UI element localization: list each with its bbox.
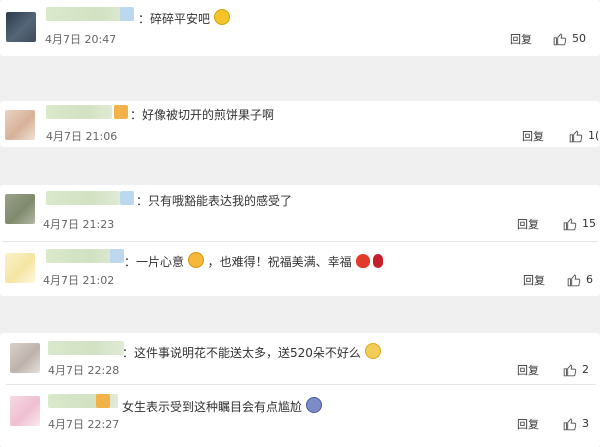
like-button[interactable]: 15 xyxy=(563,216,596,232)
rose-icon xyxy=(373,254,384,268)
divider xyxy=(6,384,596,385)
reply-button[interactable]: 回复 xyxy=(522,130,544,144)
like-count: 1( xyxy=(588,129,600,142)
avatar[interactable] xyxy=(5,110,35,140)
comment-card: ：这件事说明花不能送太多，送520朵不好么 4月7日 22:28 回复 2 女生… xyxy=(0,333,600,447)
avatar[interactable] xyxy=(5,194,35,224)
timestamp: 4月7日 21:23 xyxy=(43,218,115,231)
comment-text: ：一片心意 ，也难得！祝福美满、幸福 xyxy=(124,252,384,269)
reply-button[interactable]: 回复 xyxy=(523,274,545,288)
comment-text: ：好像被切开的煎饼果子啊 xyxy=(130,108,275,122)
divider xyxy=(2,241,598,242)
like-count: 2 xyxy=(582,363,589,376)
smug-face-emoji-icon xyxy=(364,343,381,359)
reply-button[interactable]: 回复 xyxy=(517,418,539,432)
thumbs-up-icon xyxy=(563,218,577,231)
username[interactable] xyxy=(46,249,120,263)
verified-badge xyxy=(120,191,134,205)
laughing-emoji-icon xyxy=(213,9,230,25)
avatar[interactable] xyxy=(6,12,36,42)
like-count: 3 xyxy=(582,417,589,430)
reply-button[interactable]: 回复 xyxy=(510,33,532,47)
timestamp: 4月7日 21:02 xyxy=(43,274,115,287)
embarrassed-face-emoji-icon xyxy=(305,397,322,413)
smile-emoji-icon xyxy=(187,252,204,268)
verified-badge xyxy=(114,105,128,119)
heart-icon xyxy=(355,254,370,268)
verified-badge xyxy=(96,394,110,408)
like-button[interactable]: 6 xyxy=(567,272,593,288)
comment-text: ：这件事说明花不能送太多，送520朵不好么 xyxy=(122,343,381,360)
timestamp: 4月7日 21:06 xyxy=(46,130,118,143)
like-count: 6 xyxy=(586,273,593,286)
like-count: 50 xyxy=(572,32,586,45)
reply-button[interactable]: 回复 xyxy=(517,364,539,378)
avatar[interactable] xyxy=(10,343,40,373)
comment-card: ：碎碎平安吧 4月7日 20:47 回复 50 xyxy=(0,0,600,56)
thumbs-up-icon xyxy=(563,418,577,431)
timestamp: 4月7日 22:28 xyxy=(48,364,120,377)
username[interactable] xyxy=(46,191,120,205)
thumbs-up-icon xyxy=(567,274,581,287)
like-button[interactable]: 3 xyxy=(563,416,589,432)
reply-button[interactable]: 回复 xyxy=(517,218,539,232)
comment-text: ：只有哦豁能表达我的感受了 xyxy=(136,194,293,208)
like-button[interactable]: 1( xyxy=(569,128,599,144)
username[interactable] xyxy=(48,341,124,355)
avatar[interactable] xyxy=(5,253,35,283)
comment-card: ：好像被切开的煎饼果子啊 4月7日 21:06 回复 1( xyxy=(0,101,600,147)
username[interactable] xyxy=(46,105,112,119)
thumbs-up-icon xyxy=(553,33,567,46)
verified-badge xyxy=(110,249,124,263)
like-count: 15 xyxy=(582,217,596,230)
like-button[interactable]: 2 xyxy=(563,362,589,378)
timestamp: 4月7日 22:27 xyxy=(48,418,120,431)
comment-text: ：碎碎平安吧 xyxy=(138,9,230,26)
avatar[interactable] xyxy=(10,396,40,426)
thumbs-up-icon xyxy=(563,364,577,377)
like-button[interactable]: 50 xyxy=(553,31,586,47)
verified-badge xyxy=(120,7,134,21)
comment-text: 女生表示受到这种瞩目会有点尴尬 xyxy=(122,397,322,414)
comment-card: ：只有哦豁能表达我的感受了 4月7日 21:23 回复 15 ：一片心意 ，也难… xyxy=(0,185,600,296)
timestamp: 4月7日 20:47 xyxy=(45,33,117,46)
thumbs-up-icon xyxy=(569,130,583,143)
